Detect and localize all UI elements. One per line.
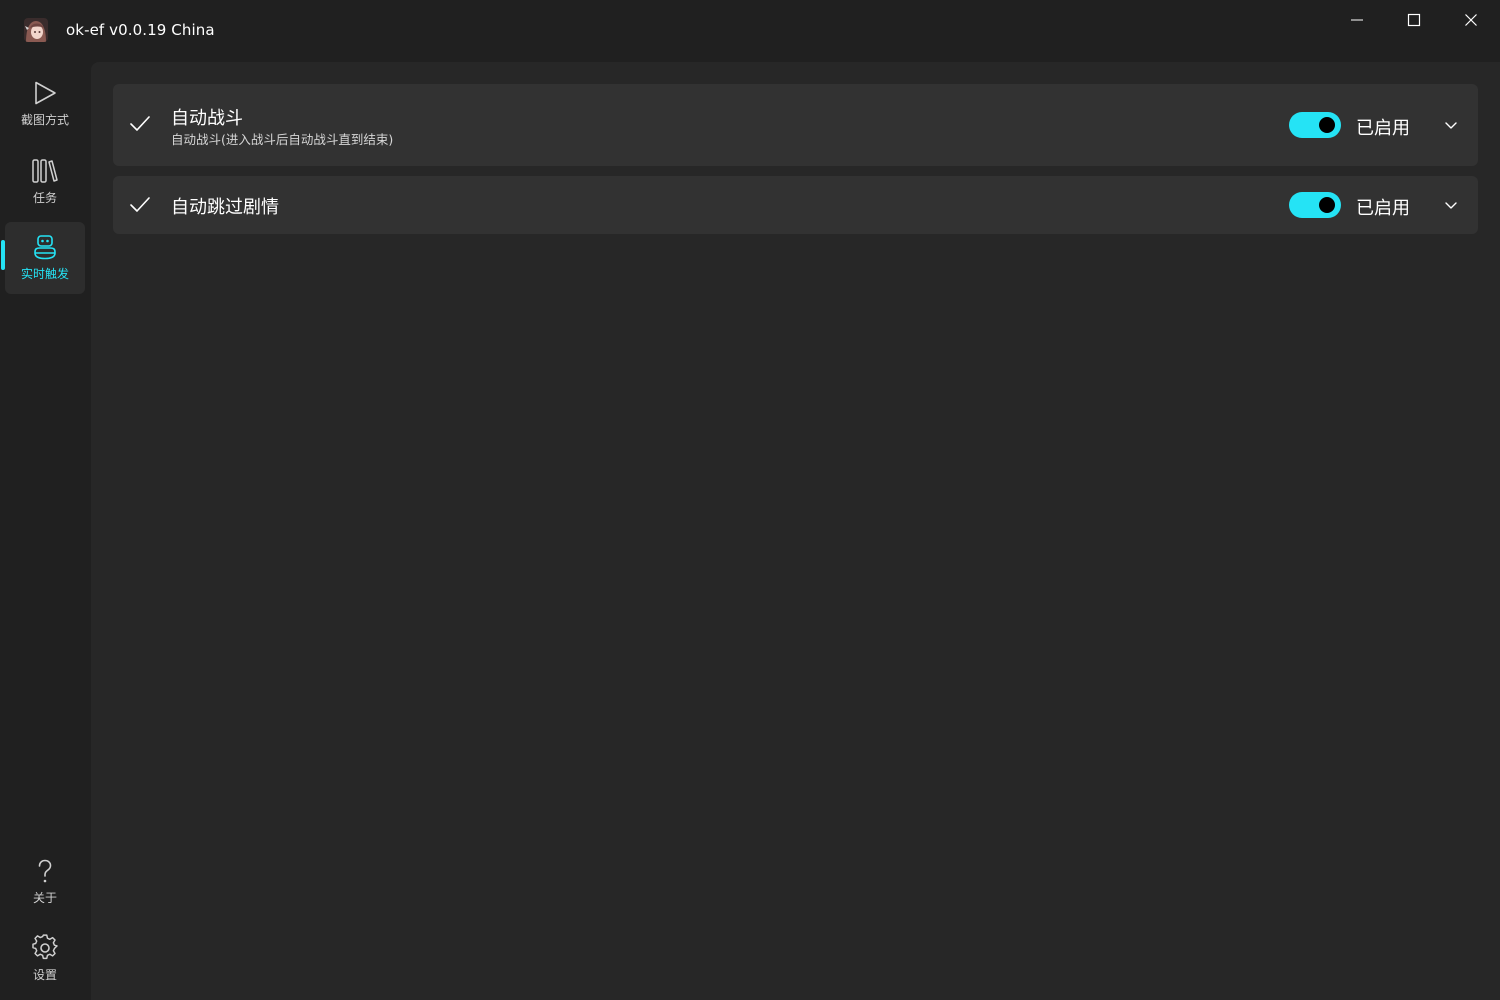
content-panel: 自动战斗 自动战斗(进入战斗后自动战斗直到结束) 已启用 自动跳过剧情 已启用 — [91, 62, 1500, 1000]
sidebar-item-label: 关于 — [32, 891, 57, 905]
sidebar-item-label: 任务 — [32, 191, 57, 205]
chevron-down-icon[interactable] — [1443, 197, 1459, 213]
navigation-sidebar: 截图方式 任务 实时触发 关于 设置 — [0, 62, 91, 1000]
question-icon — [30, 856, 60, 886]
avatar-icon — [24, 18, 48, 42]
toggle-status-label: 已启用 — [1356, 198, 1410, 219]
window-title: ok-ef v0.0.19 China — [66, 21, 215, 39]
maximize-button[interactable] — [1385, 0, 1443, 40]
trigger-title: 自动战斗 — [171, 108, 243, 129]
app-window: ok-ef v0.0.19 China 截图方式 任务 实时触发 关于 设置 自… — [0, 0, 1500, 1000]
trigger-description: 自动战斗(进入战斗后自动战斗直到结束) — [171, 132, 394, 147]
sidebar-item-label: 实时触发 — [20, 267, 69, 281]
sidebar-item-label: 截图方式 — [20, 113, 69, 127]
trigger-title: 自动跳过剧情 — [171, 197, 279, 218]
active-indicator — [1, 240, 5, 270]
sidebar-item-capture-method[interactable]: 截图方式 — [5, 68, 85, 140]
close-button[interactable] — [1442, 0, 1500, 40]
toggle-knob — [1319, 117, 1335, 133]
enable-toggle[interactable] — [1289, 112, 1341, 138]
minimize-button[interactable] — [1328, 0, 1386, 40]
toggle-status-label: 已启用 — [1356, 118, 1410, 139]
play-icon — [30, 78, 60, 108]
trigger-card-auto-skip-story[interactable]: 自动跳过剧情 已启用 — [113, 176, 1478, 234]
trigger-card-auto-combat[interactable]: 自动战斗 自动战斗(进入战斗后自动战斗直到结束) 已启用 — [113, 84, 1478, 166]
check-icon — [129, 196, 151, 218]
toggle-knob — [1319, 197, 1335, 213]
sidebar-item-tasks[interactable]: 任务 — [5, 146, 85, 218]
sidebar-item-settings[interactable]: 设置 — [5, 923, 85, 995]
sidebar-item-about[interactable]: 关于 — [5, 846, 85, 918]
sidebar-item-realtime-trigger[interactable]: 实时触发 — [5, 222, 85, 294]
robot-icon — [30, 232, 60, 262]
library-icon — [30, 156, 60, 186]
enable-toggle[interactable] — [1289, 192, 1341, 218]
check-icon — [129, 115, 151, 137]
gear-icon — [30, 933, 60, 963]
sidebar-item-label: 设置 — [32, 968, 57, 982]
chevron-down-icon[interactable] — [1443, 117, 1459, 133]
close-icon — [1465, 14, 1477, 26]
maximize-icon — [1407, 13, 1421, 27]
title-bar[interactable]: ok-ef v0.0.19 China — [0, 0, 1500, 62]
minimize-icon — [1351, 19, 1363, 21]
